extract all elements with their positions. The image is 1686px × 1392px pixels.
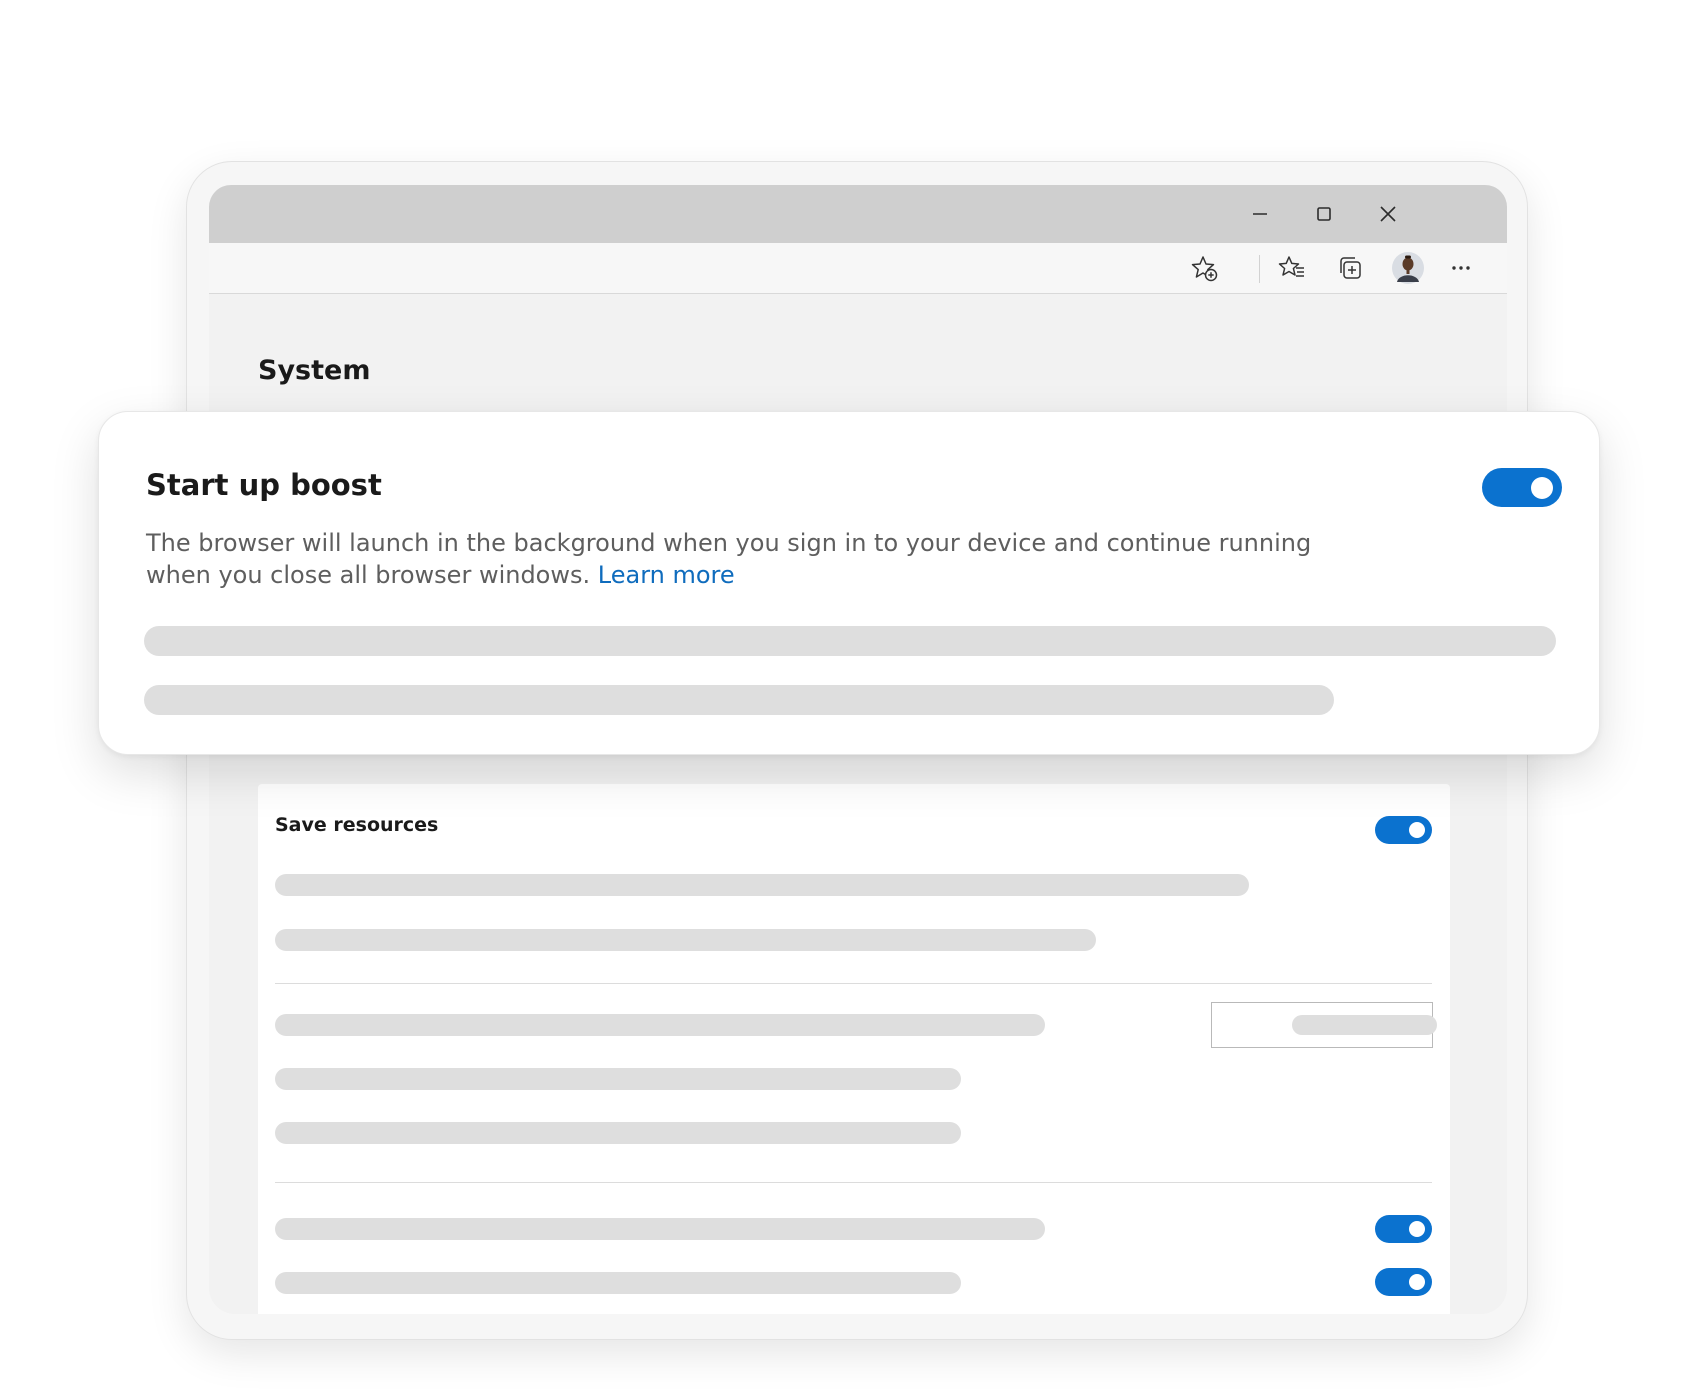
startup-boost-title: Start up boost: [146, 468, 382, 502]
save-resources-title: Save resources: [275, 814, 439, 836]
toggle-knob: [1409, 1274, 1425, 1290]
row-toggle-2[interactable]: [1375, 1268, 1432, 1296]
placeholder-line: [275, 1218, 1045, 1240]
more-options-icon[interactable]: [1446, 253, 1476, 283]
page-title: System: [258, 355, 371, 386]
dropdown-field[interactable]: [1211, 1002, 1437, 1048]
close-icon[interactable]: [1373, 199, 1403, 229]
startup-boost-description: The browser will launch in the backgroun…: [146, 527, 1376, 591]
placeholder-line: [275, 1122, 961, 1144]
title-bar: [209, 185, 1507, 243]
minimize-icon[interactable]: [1245, 199, 1275, 229]
favorites-icon[interactable]: [1277, 253, 1307, 283]
collections-icon[interactable]: [1335, 253, 1365, 283]
learn-more-link[interactable]: Learn more: [598, 561, 735, 589]
toolbar: [209, 243, 1507, 294]
toolbar-divider: [1259, 255, 1260, 283]
add-favorite-icon[interactable]: [1189, 253, 1219, 283]
profile-avatar[interactable]: [1391, 251, 1425, 285]
toggle-knob: [1409, 1221, 1425, 1237]
startup-boost-toggle[interactable]: [1482, 468, 1562, 507]
section-divider: [275, 983, 1432, 984]
dropdown-value-placeholder: [1292, 1015, 1437, 1035]
toggle-knob: [1409, 822, 1425, 838]
row-toggle-1[interactable]: [1375, 1215, 1432, 1243]
placeholder-line: [275, 874, 1249, 896]
save-resources-toggle[interactable]: [1375, 816, 1432, 844]
placeholder-line: [275, 1014, 1045, 1036]
save-resources-card: Save resources: [258, 784, 1450, 1314]
toggle-knob: [1531, 477, 1553, 499]
startup-boost-card: Start up boost The browser will launch i…: [98, 411, 1600, 755]
placeholder-line: [144, 685, 1334, 715]
section-divider: [275, 1182, 1432, 1183]
placeholder-line: [275, 929, 1096, 951]
placeholder-line: [275, 1272, 961, 1294]
placeholder-line: [144, 626, 1556, 656]
placeholder-line: [275, 1068, 961, 1090]
maximize-icon[interactable]: [1309, 199, 1339, 229]
